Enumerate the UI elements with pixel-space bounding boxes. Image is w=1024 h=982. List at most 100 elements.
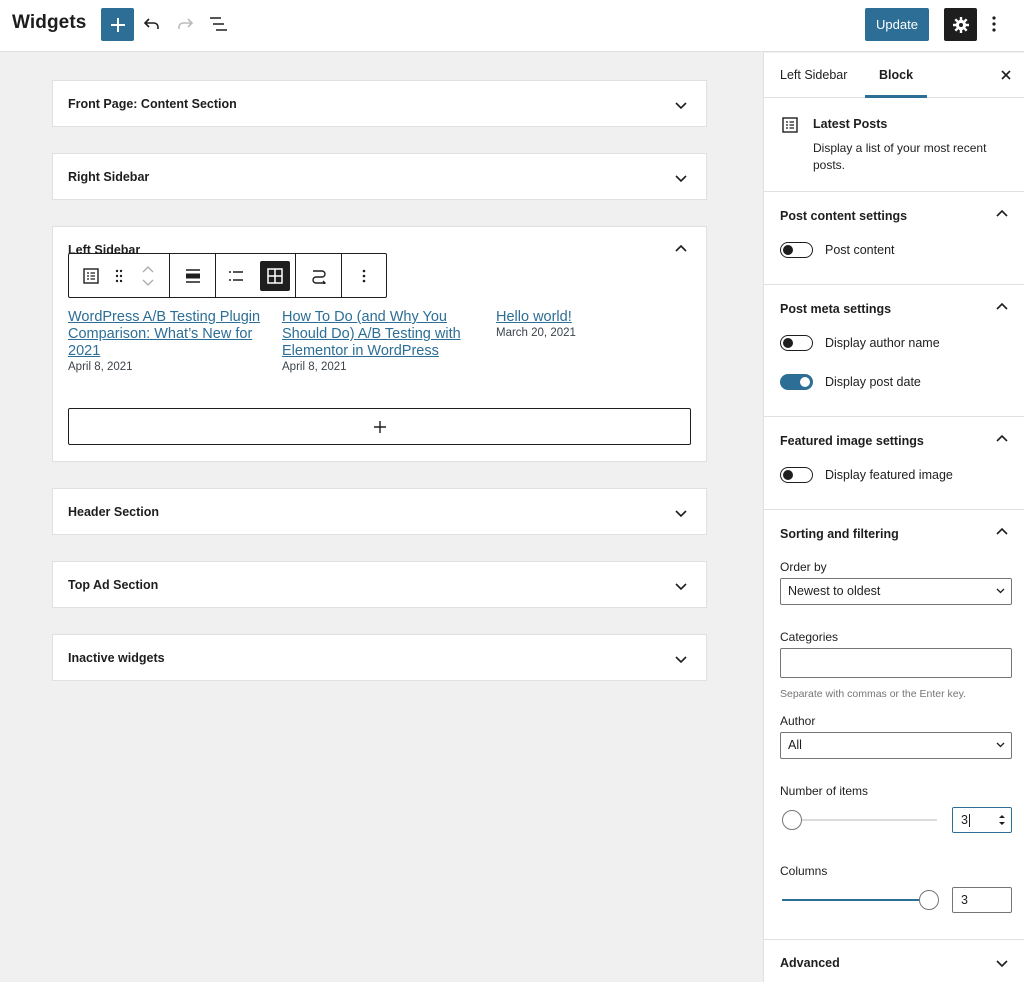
toggle-knob — [800, 377, 810, 387]
latest-posts-icon — [782, 117, 798, 133]
grid-view-toggle[interactable] — [260, 260, 291, 291]
panel-advanced[interactable]: Advanced — [764, 940, 1024, 982]
transform-button[interactable] — [299, 254, 339, 297]
widget-area-title: Front Page: Content Section — [68, 97, 237, 111]
block-toolbar-group-transform — [296, 254, 342, 297]
block-name: Latest Posts — [813, 117, 888, 131]
settings-button[interactable] — [944, 8, 977, 41]
options-menu-button[interactable] — [984, 10, 1004, 38]
drag-handle[interactable] — [113, 254, 127, 297]
chevron-up-icon[interactable] — [995, 432, 1009, 446]
widget-area-top-ad[interactable]: Top Ad Section — [52, 561, 707, 608]
slider-fill — [782, 899, 927, 901]
author-select[interactable]: All — [780, 732, 1012, 759]
post-date: April 8, 2021 — [68, 361, 133, 373]
widget-area-front-page[interactable]: Front Page: Content Section — [52, 80, 707, 127]
tab-left-sidebar[interactable]: Left Sidebar — [780, 53, 847, 98]
update-button[interactable]: Update — [865, 8, 929, 41]
select-value: All — [788, 738, 802, 752]
number-of-items-input[interactable]: 3 — [952, 807, 1012, 833]
widget-area-right-sidebar[interactable]: Right Sidebar — [52, 153, 707, 200]
text-cursor — [968, 814, 970, 828]
undo-button[interactable] — [139, 10, 165, 38]
post-content-toggle[interactable] — [780, 242, 813, 258]
tab-block[interactable]: Block — [865, 53, 928, 98]
toggle-label: Display post date — [825, 375, 921, 389]
block-toolbar-group-parent — [69, 254, 170, 297]
order-by-label: Order by — [780, 560, 827, 574]
sidebar-tabs: Left Sidebar Block — [764, 53, 1024, 98]
panel-title[interactable]: Advanced — [780, 956, 840, 970]
block-toolbar-group-align — [170, 254, 216, 297]
panel-title[interactable]: Sorting and filtering — [780, 527, 899, 541]
align-wide-icon — [185, 268, 200, 283]
panel-post-meta: Post meta settings Display author name D… — [764, 285, 1024, 417]
block-toolbar-group-more — [342, 254, 386, 297]
author-name-toggle-row: Display author name — [780, 335, 940, 351]
list-view-icon — [210, 17, 227, 31]
panel-title[interactable]: Post meta settings — [780, 302, 891, 316]
list-icon — [228, 270, 243, 281]
post-item: WordPress A/B Testing Plugin Comparison:… — [68, 309, 263, 375]
align-button[interactable] — [173, 254, 213, 297]
panel-featured-image: Featured image settings Display featured… — [764, 417, 1024, 510]
list-view-button[interactable] — [205, 10, 233, 38]
toggle-knob — [783, 470, 793, 480]
columns-label: Columns — [780, 864, 828, 878]
slider-thumb[interactable] — [782, 810, 802, 830]
redo-button[interactable] — [172, 10, 198, 38]
block-toolbar — [68, 253, 387, 298]
chevron-down-icon[interactable] — [674, 171, 688, 185]
add-block-button[interactable] — [101, 8, 134, 41]
chevron-down-icon[interactable] — [674, 579, 688, 593]
author-name-toggle[interactable] — [780, 335, 813, 351]
chevron-down-icon[interactable] — [674, 98, 688, 112]
widget-area-title: Inactive widgets — [68, 651, 165, 665]
post-content-toggle-row: Post content — [780, 242, 895, 258]
chevron-down-icon[interactable] — [674, 506, 688, 520]
post-title-link[interactable]: Hello world! — [496, 309, 691, 326]
widget-area-header-section[interactable]: Header Section — [52, 488, 707, 535]
columns-input[interactable]: 3 — [952, 887, 1012, 913]
chevron-up-icon[interactable] — [142, 265, 154, 273]
chevron-down-icon[interactable] — [995, 956, 1009, 970]
select-value: Newest to oldest — [788, 584, 881, 598]
post-date-toggle-row: Display post date — [780, 374, 921, 390]
chevron-down-icon — [996, 742, 1005, 748]
panel-title[interactable]: Post content settings — [780, 209, 907, 223]
toggle-label: Post content — [825, 243, 895, 257]
add-block-appender[interactable] — [68, 408, 691, 445]
chevron-down-icon[interactable] — [674, 652, 688, 666]
number-of-items-label: Number of items — [780, 784, 869, 798]
block-description: Display a list of your most recent posts… — [813, 141, 987, 172]
order-by-select[interactable]: Newest to oldest — [780, 578, 1012, 605]
post-date: March 20, 2021 — [496, 327, 576, 339]
featured-image-toggle[interactable] — [780, 467, 813, 483]
block-options-button[interactable] — [344, 254, 384, 297]
columns-slider[interactable] — [782, 890, 939, 910]
number-of-items-slider[interactable] — [782, 810, 937, 830]
move-controls[interactable] — [126, 254, 169, 297]
spinner-arrows-icon[interactable] — [998, 813, 1006, 827]
chevron-up-icon[interactable] — [995, 300, 1009, 314]
chevron-up-icon[interactable] — [995, 525, 1009, 539]
post-title-link[interactable]: WordPress A/B Testing Plugin Comparison:… — [68, 309, 263, 360]
block-toolbar-group-view — [216, 254, 296, 297]
more-vertical-icon — [362, 269, 366, 282]
panel-title[interactable]: Featured image settings — [780, 434, 924, 448]
transform-icon — [311, 269, 326, 284]
categories-input[interactable] — [780, 648, 1012, 678]
slider-thumb[interactable] — [919, 890, 939, 910]
widget-area-inactive[interactable]: Inactive widgets — [52, 634, 707, 681]
post-title-link[interactable]: How To Do (and Why You Should Do) A/B Te… — [282, 309, 482, 360]
close-icon[interactable] — [999, 68, 1013, 82]
block-type-button[interactable] — [69, 254, 113, 297]
settings-sidebar: Left Sidebar Block Latest Posts Display … — [763, 53, 1024, 982]
toggle-knob — [783, 245, 793, 255]
list-view-toggle[interactable] — [221, 254, 251, 297]
post-date-toggle[interactable] — [780, 374, 813, 390]
chevron-up-icon[interactable] — [995, 207, 1009, 221]
gear-icon — [952, 16, 969, 33]
chevron-up-icon[interactable] — [674, 242, 688, 256]
chevron-down-icon[interactable] — [142, 279, 154, 286]
